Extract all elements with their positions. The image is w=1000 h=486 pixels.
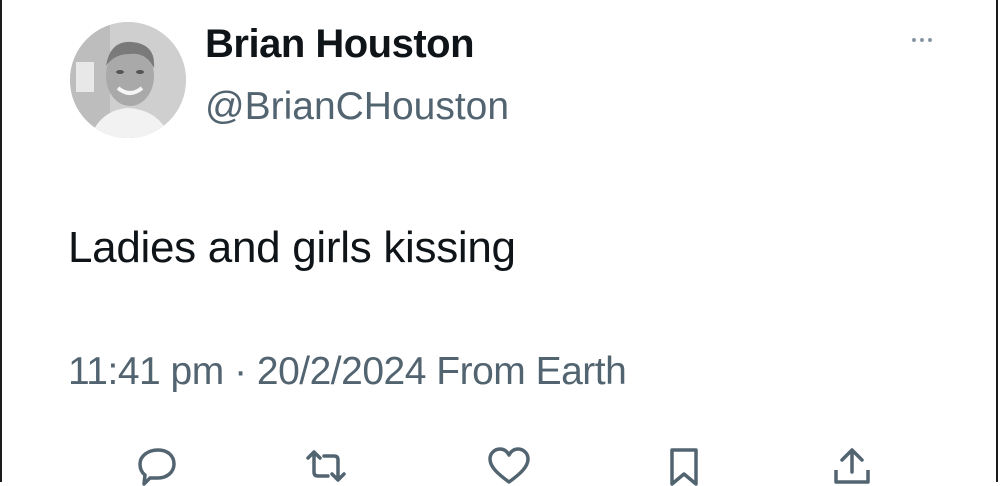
- tweet-meta: 11:41 pm · 20/2/2024 From Earth: [68, 344, 627, 400]
- action-bar: [2, 440, 1000, 486]
- reply-icon-graphic: [138, 448, 176, 486]
- bookmark-icon-graphic: [670, 448, 698, 486]
- share-icon[interactable]: [830, 440, 878, 484]
- retweet-icon[interactable]: [302, 440, 350, 482]
- tweet-card: Brian Houston @BrianCHouston Ladies and …: [0, 0, 1000, 486]
- tweet-text: Ladies and girls kissing: [68, 223, 516, 272]
- more-dot: [912, 38, 916, 42]
- avatar-image: [70, 22, 186, 138]
- more-dot: [920, 38, 924, 42]
- tweet-date[interactable]: 20/2/2024: [257, 350, 427, 393]
- more-dot: [928, 38, 932, 42]
- tweet-source: From Earth: [436, 350, 627, 393]
- more-options-icon[interactable]: [902, 28, 942, 52]
- avatar[interactable]: [70, 22, 186, 138]
- like-icon-graphic: [488, 447, 530, 484]
- bookmark-icon[interactable]: [664, 440, 712, 486]
- reply-icon[interactable]: [136, 440, 184, 486]
- like-icon[interactable]: [486, 440, 534, 484]
- author-handle[interactable]: @BrianCHouston: [205, 82, 509, 132]
- share-icon-graphic: [834, 448, 870, 484]
- tweet-time[interactable]: 11:41 pm: [68, 350, 224, 393]
- author-name[interactable]: Brian Houston: [205, 18, 475, 70]
- retweet-icon-graphic: [306, 450, 346, 482]
- meta-separator: ·: [234, 350, 247, 393]
